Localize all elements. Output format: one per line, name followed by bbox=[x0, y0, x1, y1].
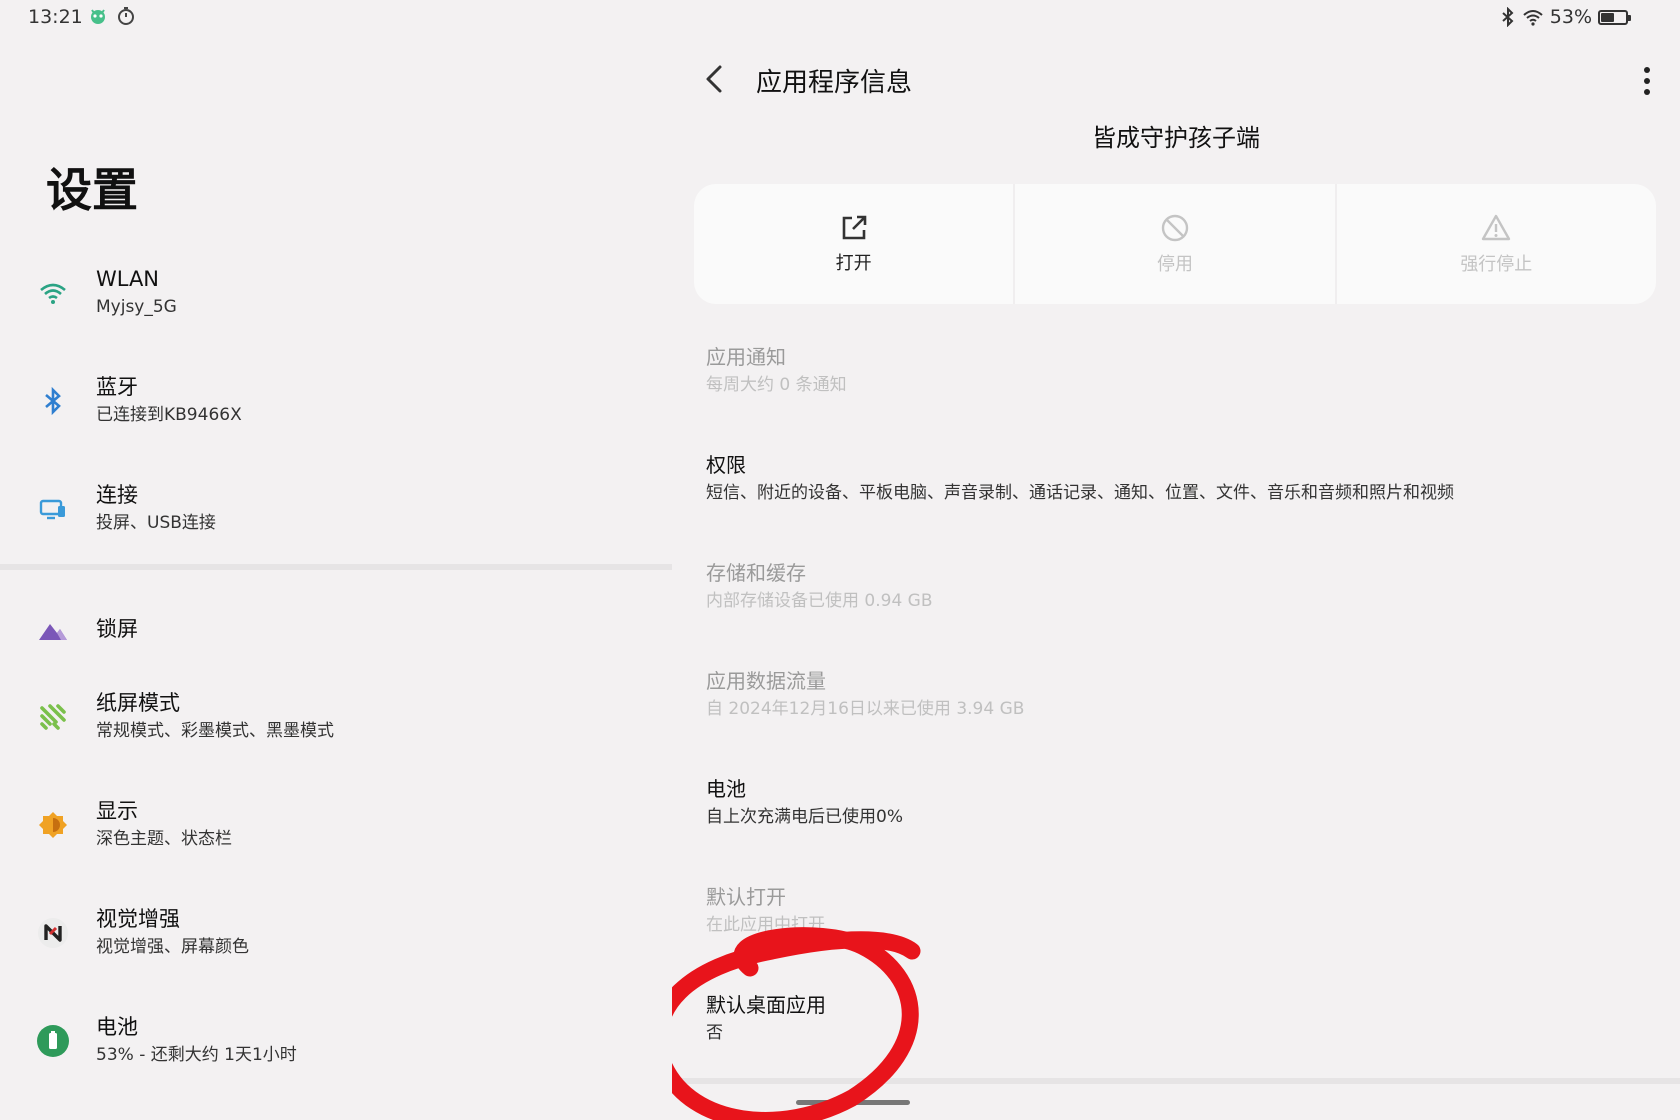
menu-item-title: 锁屏 bbox=[96, 617, 138, 641]
open-button[interactable]: 打开 bbox=[694, 184, 1013, 304]
info-title: 存储和缓存 bbox=[706, 561, 806, 585]
info-title: 电池 bbox=[706, 777, 746, 801]
bluetooth-icon bbox=[45, 386, 61, 416]
menu-item-subtitle: 深色主题、状态栏 bbox=[96, 829, 232, 849]
info-subtitle: 短信、附近的设备、平板电脑、声音录制、通话记录、通知、位置、文件、音乐和音频和照… bbox=[706, 483, 1454, 503]
info-item-open-by-default[interactable]: 默认打开 在此应用中打开 bbox=[706, 882, 1646, 938]
menu-item-title: 视觉增强 bbox=[96, 907, 180, 931]
battery-percent: 53% bbox=[1549, 6, 1592, 28]
menu-item-subtitle: 投屏、USB连接 bbox=[96, 513, 216, 533]
app-actions-card: 打开 停用 强行停止 bbox=[694, 184, 1656, 304]
status-bar: 13:21 53% bbox=[0, 0, 1680, 36]
monitor-icon bbox=[39, 499, 65, 520]
info-title: 权限 bbox=[706, 453, 746, 477]
force-stop-button[interactable]: 强行停止 bbox=[1334, 184, 1656, 304]
open-external-icon bbox=[842, 215, 866, 240]
menu-item-subtitle: Myjsy_5G bbox=[96, 297, 177, 317]
disable-button[interactable]: 停用 bbox=[1013, 184, 1334, 304]
menu-item-bluetooth[interactable]: 蓝牙 已连接到KB9466X bbox=[0, 362, 672, 458]
menu-item-wlan[interactable]: WLAN Myjsy_5G bbox=[0, 254, 672, 350]
menu-item-title: 连接 bbox=[96, 483, 138, 507]
wifi-icon bbox=[1523, 10, 1543, 26]
menu-item-subtitle: 常规模式、彩墨模式、黑墨模式 bbox=[96, 721, 334, 741]
action-label: 停用 bbox=[1156, 254, 1193, 275]
menu-item-subtitle: 53% - 还剩大约 1天1小时 bbox=[96, 1045, 297, 1065]
info-title: 默认桌面应用 bbox=[706, 993, 826, 1017]
menu-item-lock-screen[interactable]: 锁屏 bbox=[0, 592, 672, 688]
bug-mascot-icon bbox=[91, 9, 105, 24]
app-info-pane: 应用程序信息 皆成守护孩子端 打开 停用 强行停止 应用通知 每周大约 0 条通… bbox=[672, 36, 1680, 1120]
info-item-permissions[interactable]: 权限 短信、附近的设备、平板电脑、声音录制、通话记录、通知、位置、文件、音乐和音… bbox=[706, 450, 1646, 506]
paper-mode-icon bbox=[40, 704, 66, 730]
action-label: 打开 bbox=[835, 253, 872, 274]
info-subtitle: 自 2024年12月16日以来已使用 3.94 GB bbox=[706, 699, 1025, 719]
menu-item-title: WLAN bbox=[96, 267, 160, 291]
battery-icon bbox=[37, 1025, 69, 1057]
timer-icon bbox=[118, 7, 134, 25]
gesture-nav-handle[interactable] bbox=[796, 1100, 910, 1105]
info-item-notifications[interactable]: 应用通知 每周大约 0 条通知 bbox=[706, 342, 1646, 398]
status-time: 13:21 bbox=[28, 6, 83, 28]
info-subtitle: 自上次充满电后已使用0% bbox=[706, 807, 903, 827]
info-subtitle: 在此应用中打开 bbox=[706, 915, 825, 935]
menu-item-subtitle: 视觉增强、屏幕颜色 bbox=[96, 937, 249, 957]
info-subtitle: 每周大约 0 条通知 bbox=[706, 375, 847, 395]
action-label: 强行停止 bbox=[1460, 254, 1533, 275]
page-title: 设置 bbox=[46, 163, 138, 217]
info-title: 应用数据流量 bbox=[706, 669, 826, 693]
info-title: 默认打开 bbox=[706, 885, 786, 909]
menu-item-battery[interactable]: 电池 53% - 还剩大约 1天1小时 bbox=[0, 1002, 672, 1098]
mountain-icon bbox=[39, 624, 67, 640]
section-divider bbox=[0, 564, 672, 570]
menu-item-title: 电池 bbox=[96, 1015, 138, 1039]
menu-item-display[interactable]: 显示 深色主题、状态栏 bbox=[0, 786, 672, 882]
battery-level bbox=[1601, 12, 1614, 22]
info-item-data-usage[interactable]: 应用数据流量 自 2024年12月16日以来已使用 3.94 GB bbox=[706, 666, 1646, 722]
section-divider bbox=[672, 1078, 1680, 1084]
menu-item-visual-enhance[interactable]: 视觉增强 视觉增强、屏幕颜色 bbox=[0, 894, 672, 990]
info-title: 应用通知 bbox=[706, 345, 786, 369]
wifi-icon bbox=[40, 283, 66, 304]
battery-icon bbox=[1598, 9, 1631, 25]
menu-item-title: 显示 bbox=[96, 799, 138, 823]
page-title: 应用程序信息 bbox=[756, 68, 913, 98]
warning-icon bbox=[1482, 214, 1511, 241]
menu-item-connection[interactable]: 连接 投屏、USB连接 bbox=[0, 470, 672, 566]
menu-item-subtitle: 已连接到KB9466X bbox=[96, 405, 242, 425]
info-item-default-home-app[interactable]: 默认桌面应用 否 bbox=[706, 990, 1646, 1046]
brightness-icon bbox=[39, 812, 67, 838]
info-subtitle: 否 bbox=[706, 1023, 723, 1043]
bluetooth-icon bbox=[1502, 7, 1514, 27]
more-options-icon[interactable] bbox=[1640, 64, 1654, 98]
menu-item-paper-mode[interactable]: 纸屏模式 常规模式、彩墨模式、黑墨模式 bbox=[0, 678, 672, 774]
menu-item-title: 蓝牙 bbox=[96, 375, 138, 399]
info-item-battery[interactable]: 电池 自上次充满电后已使用0% bbox=[706, 774, 1646, 830]
info-item-storage[interactable]: 存储和缓存 内部存储设备已使用 0.94 GB bbox=[706, 558, 1646, 614]
app-name: 皆成守护孩子端 bbox=[1092, 124, 1260, 152]
disable-icon bbox=[1161, 214, 1189, 242]
settings-list-pane: 设置 WLAN Myjsy_5G 蓝牙 已连接到KB9466X 连接 投屏、US… bbox=[0, 36, 672, 1120]
menu-item-title: 纸屏模式 bbox=[96, 691, 180, 715]
back-arrow-icon[interactable] bbox=[698, 62, 732, 96]
info-subtitle: 内部存储设备已使用 0.94 GB bbox=[706, 591, 933, 611]
visual-enhance-icon bbox=[38, 918, 68, 948]
